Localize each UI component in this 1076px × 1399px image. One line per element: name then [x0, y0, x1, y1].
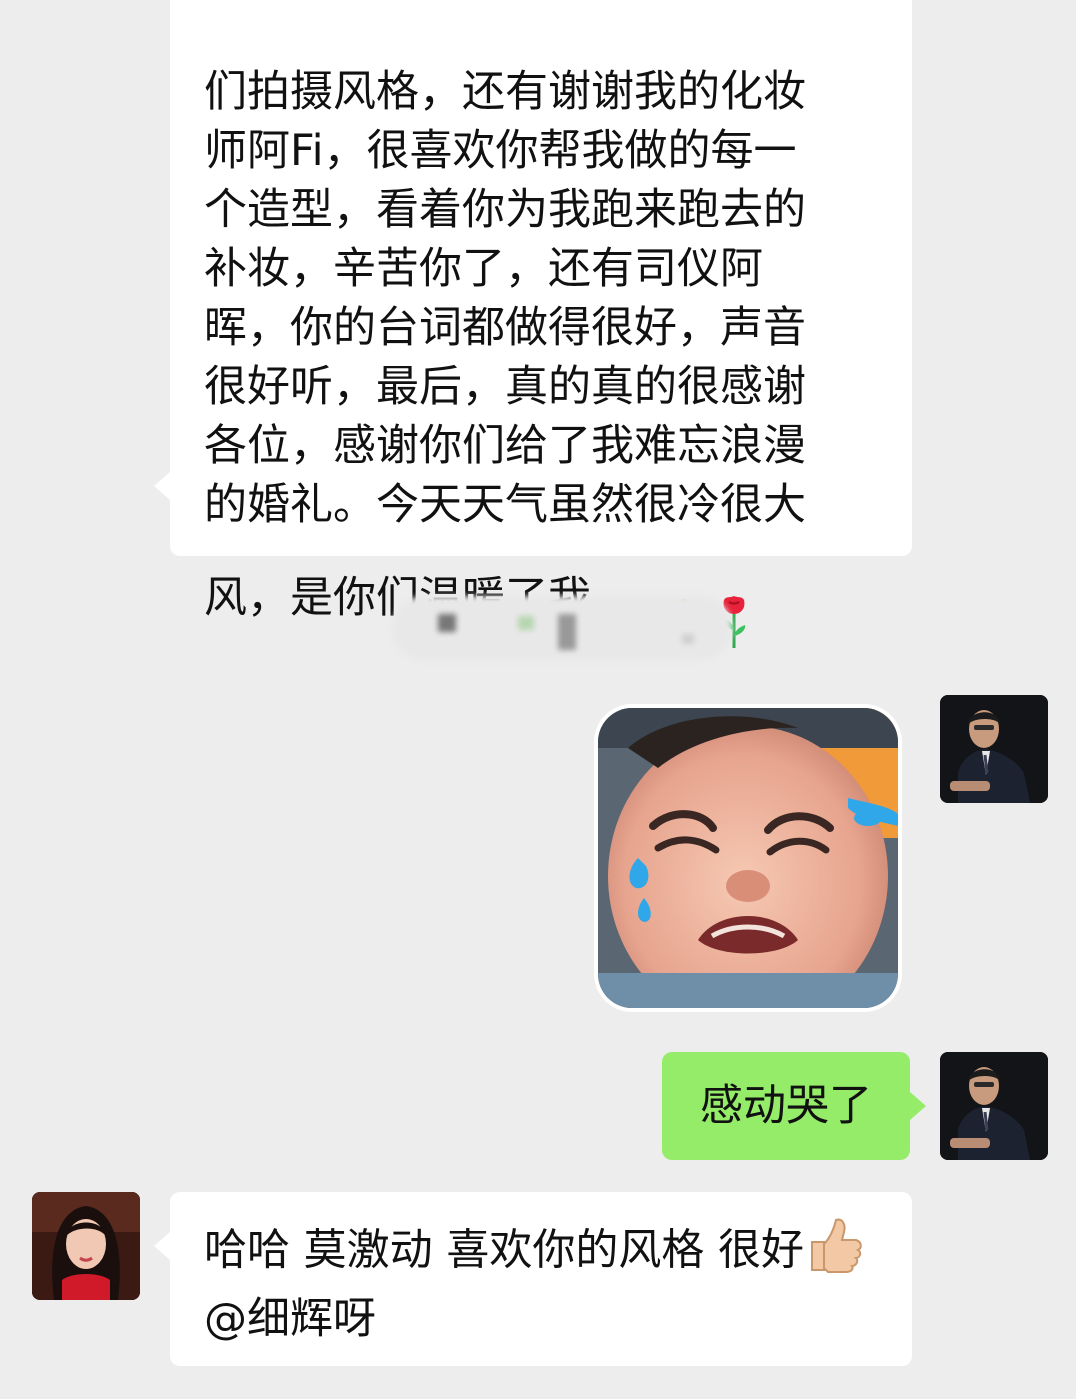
- bubble-tail: [910, 1092, 926, 1120]
- contact-avatar[interactable]: [32, 1192, 140, 1300]
- outgoing-message-bubble[interactable]: 感动哭了: [662, 1052, 926, 1160]
- self-avatar[interactable]: [940, 1052, 1048, 1160]
- message-text: 感动哭了: [700, 1080, 872, 1131]
- incoming-message-bubble[interactable]: 哈哈 莫激动 喜欢你的风格 很好 @细辉呀: [154, 1192, 912, 1366]
- thumbs-up-emoji-icon: [806, 1216, 864, 1290]
- incoming-message-bubble[interactable]: 们拍摄风格，还有谢谢我的化妆 师阿Fi，很喜欢你帮我做的每一 个造型，看着你为我…: [154, 0, 912, 648]
- message-text: 哈哈 莫激动 喜欢你的风格 很好: [204, 1225, 805, 1276]
- timestamp-blurred: [392, 596, 732, 660]
- mention-text[interactable]: @细辉呀: [204, 1290, 882, 1349]
- bubble-tail: [154, 1232, 170, 1260]
- crying-baby-sticker[interactable]: [598, 708, 898, 1008]
- bubble-tail: [154, 472, 170, 500]
- message-text: 们拍摄风格，还有谢谢我的化妆 师阿Fi，很喜欢你帮我做的每一 个造型，看着你为我…: [204, 67, 806, 623]
- self-avatar[interactable]: [940, 695, 1048, 803]
